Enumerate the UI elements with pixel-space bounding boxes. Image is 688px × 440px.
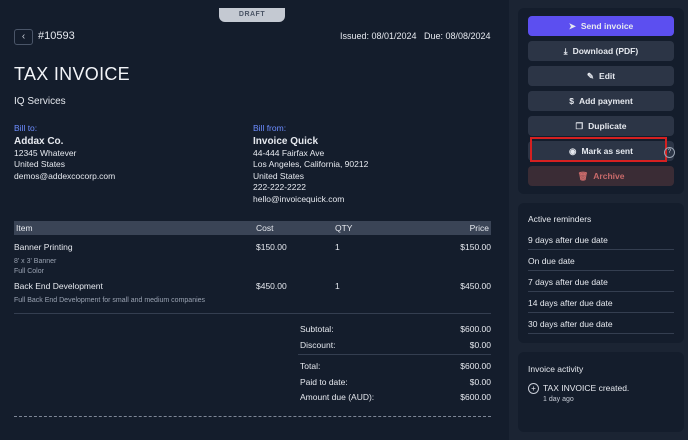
reminder-item[interactable]: 14 days after due date [528, 298, 674, 313]
reminder-item[interactable]: 7 days after due date [528, 277, 674, 292]
row-qty: 1 [335, 242, 340, 252]
actions-panel: ➤ Send invoice ⤓ Download (PDF) ✎ Edit $ Add… [518, 8, 684, 194]
duplicate-label: Duplicate [588, 121, 627, 131]
bill-from-name: Invoice Quick [253, 135, 319, 147]
paid-value: $0.00 [469, 377, 491, 387]
discount-label: Discount: [300, 340, 336, 350]
highlight-box [530, 137, 667, 162]
row-detail-line: Full Back End Development for small and … [14, 297, 206, 304]
row-details: 8' x 3' Banner Full Color [14, 257, 56, 276]
bill-to-address: 12345 Whatever [14, 147, 77, 158]
column-header-price: Price [469, 223, 489, 233]
add-payment-button[interactable]: $ Add payment [528, 91, 674, 111]
row-details: Full Back End Development for small and … [14, 296, 205, 306]
duplicate-button[interactable]: ❐ Duplicate [528, 116, 674, 136]
total-value: $600.00 [460, 361, 491, 371]
bill-from-address: 44-444 Fairfax Ave [253, 147, 325, 158]
send-invoice-label: Send invoice [580, 21, 634, 31]
archive-button[interactable]: 🗑 Archive [528, 166, 674, 186]
due-date: Due: 08/08/2024 [424, 31, 491, 41]
add-payment-label: Add payment [578, 96, 633, 106]
download-pdf-button[interactable]: ⤓ Download (PDF) [528, 41, 674, 61]
reminder-item[interactable]: 30 days after due date [528, 319, 674, 334]
draft-status-tab: DRAFT [219, 8, 285, 22]
row-cost: $450.00 [256, 281, 287, 291]
activity-entry: TAX INVOICE created. [543, 383, 630, 393]
back-button[interactable]: ‹ [14, 29, 33, 45]
issued-date: Issued: 08/01/2024 [340, 31, 417, 41]
divider [14, 313, 491, 314]
table-header: Item Cost QTY Price [14, 221, 491, 235]
row-price: $150.00 [460, 242, 491, 252]
discount-value: $0.00 [469, 340, 491, 350]
bill-to-label: Bill to: [14, 123, 38, 133]
edit-label: Edit [599, 71, 616, 81]
bill-from-label: Bill from: [253, 123, 287, 133]
dashed-divider [14, 416, 491, 417]
send-icon: ➤ [568, 21, 576, 31]
download-icon: ⤓ [563, 46, 568, 56]
invoice-number: #10593 [38, 30, 75, 42]
paid-label: Paid to date: [300, 377, 348, 387]
row-item: Back End Development [14, 281, 103, 291]
row-price: $450.00 [460, 281, 491, 291]
download-pdf-label: Download (PDF) [572, 46, 639, 56]
reminders-panel: Active reminders 9 days after due date O… [518, 203, 684, 343]
trash-icon: 🗑 [577, 171, 589, 181]
subtotal-label: Subtotal: [300, 324, 334, 334]
bill-from-city: Los Angeles, California, 90212 [253, 159, 369, 169]
duplicate-icon: ❐ [575, 121, 584, 131]
amount-due-label: Amount due (AUD): [300, 392, 375, 402]
plus-circle-icon: + [528, 383, 539, 394]
bill-from-phone: 222-222-2222 [253, 182, 306, 192]
amount-due-value: $600.00 [460, 392, 491, 402]
activity-title: Invoice activity [528, 364, 584, 374]
reminder-item[interactable]: On due date [528, 256, 674, 271]
row-qty: 1 [335, 281, 340, 291]
column-header-item: Item [16, 223, 33, 233]
subtotal-value: $600.00 [460, 324, 491, 334]
edit-icon: ✎ [586, 71, 595, 81]
row-item: Banner Printing [14, 242, 73, 252]
edit-button[interactable]: ✎ Edit [528, 66, 674, 86]
divider [298, 354, 491, 355]
row-detail-line: 8' x 3' Banner [14, 258, 57, 265]
invoice-document: DRAFT ‹ #10593 Issued: 08/01/2024 Due: 0… [0, 0, 509, 440]
bill-from-block: Bill from: Invoice Quick 44-444 Fairfax … [253, 123, 368, 205]
bill-to-email: demos@addexcocorp.com [14, 170, 116, 181]
reminder-item[interactable]: 9 days after due date [528, 235, 674, 250]
send-invoice-button[interactable]: ➤ Send invoice [528, 16, 674, 36]
bill-to-block: Bill to: Addax Co. 12345 Whatever United… [14, 123, 115, 182]
archive-label: Archive [593, 171, 625, 181]
help-icon[interactable]: ? [664, 147, 675, 158]
reminders-title: Active reminders [528, 214, 592, 224]
invoice-title: TAX INVOICE [14, 64, 130, 84]
column-header-qty: QTY [335, 223, 353, 233]
bill-from-country: United States [253, 170, 305, 181]
column-header-cost: Cost [256, 223, 274, 233]
activity-panel: Invoice activity + TAX INVOICE created. … [518, 352, 684, 432]
row-cost: $150.00 [256, 242, 287, 252]
dollar-icon: $ [569, 96, 574, 106]
bill-to-name: Addax Co. [14, 135, 64, 147]
bill-to-country: United States [14, 159, 66, 169]
activity-time: 1 day ago [543, 396, 574, 403]
bill-from-email: hello@invoicequick.com [253, 193, 345, 204]
total-label: Total: [300, 361, 321, 371]
row-detail-line: Full Color [14, 267, 44, 275]
company-name: IQ Services [14, 96, 66, 107]
chevron-left-icon: ‹ [21, 31, 26, 42]
